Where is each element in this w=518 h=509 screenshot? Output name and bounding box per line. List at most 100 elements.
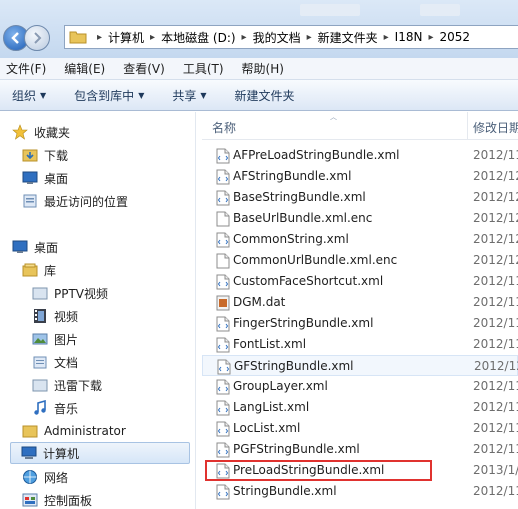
recent-places-icon <box>23 194 37 208</box>
file-row[interactable]: BaseStringBundle.xml 2012/12 <box>202 187 518 208</box>
nav-label: 计算机 <box>43 446 80 461</box>
file-row[interactable]: StringBundle.xml 2012/11 <box>202 481 518 502</box>
arrow-left-icon <box>11 32 19 44</box>
new-folder-button[interactable]: 新建文件夹 <box>229 87 301 104</box>
crumb-2052[interactable]: 2052 <box>440 30 471 44</box>
include-library-label: 包含到库中 <box>74 88 135 103</box>
crumb-separator[interactable]: ▸ <box>242 32 247 43</box>
crumb-separator[interactable]: ▸ <box>428 32 433 43</box>
file-name: GFStringBundle.xml <box>234 359 354 373</box>
nav-label: Administrator <box>44 424 126 438</box>
organize-button[interactable]: 组织 ▼ <box>6 87 52 104</box>
menu-help[interactable]: 帮助(H) <box>236 60 290 77</box>
menu-file[interactable]: 文件(F) <box>0 60 52 77</box>
crumb-separator[interactable]: ▸ <box>150 32 155 43</box>
file-date: 2012/11 <box>473 316 518 330</box>
column-divider[interactable] <box>467 112 468 140</box>
nav-pictures[interactable]: 图片 <box>32 328 78 350</box>
control-panel-icon <box>22 493 38 507</box>
file-row[interactable]: PGFStringBundle.xml 2012/11 <box>202 439 518 460</box>
nav-control-panel[interactable]: 控制面板 <box>22 489 92 509</box>
file-row[interactable]: GroupLayer.xml 2012/11 <box>202 376 518 397</box>
file-date: 2012/11 <box>473 421 518 435</box>
nav-libraries[interactable]: 库 <box>22 259 56 281</box>
file-date: 2012/11 <box>473 400 518 414</box>
nav-favorites[interactable]: 收藏夹 <box>12 121 70 143</box>
xml-file-icon <box>216 148 230 164</box>
crumb-drive-d[interactable]: 本地磁盘 (D:) <box>161 29 235 46</box>
crumb-i18n[interactable]: I18N <box>395 30 423 44</box>
file-date: 2012/12 <box>473 253 518 267</box>
file-date: 2012/12 <box>474 359 518 373</box>
nav-label: 迅雷下载 <box>54 378 103 393</box>
nav-desktop[interactable]: 桌面 <box>12 236 58 258</box>
nav-computer[interactable]: 计算机 <box>10 442 190 464</box>
nav-thunder-downloads[interactable]: 迅雷下载 <box>32 374 102 396</box>
file-name: LangList.xml <box>233 400 310 414</box>
nav-label: 图片 <box>54 332 79 347</box>
menu-edit[interactable]: 编辑(E) <box>58 60 111 77</box>
file-row[interactable]: CustomFaceShortcut.xml 2012/11 <box>202 271 518 292</box>
file-row[interactable]: CommonUrlBundle.xml.enc 2012/12 <box>202 250 518 271</box>
nav-label: 下载 <box>44 148 69 163</box>
organize-label: 组织 <box>12 88 37 103</box>
xml-file-icon <box>216 442 230 458</box>
nav-label: 网络 <box>44 470 69 485</box>
desktop-icon <box>12 240 28 253</box>
folder-icon <box>69 31 87 44</box>
nav-label: 最近访问的位置 <box>44 194 129 209</box>
file-name: BaseStringBundle.xml <box>233 190 366 204</box>
file-row[interactable]: LocList.xml 2012/11 <box>202 418 518 439</box>
crumb-separator[interactable]: ▸ <box>307 32 312 43</box>
menu-view[interactable]: 查看(V) <box>117 60 171 77</box>
file-row[interactable]: GFStringBundle.xml 2012/12 <box>202 355 518 376</box>
crumb-new-folder[interactable]: 新建文件夹 <box>318 29 378 46</box>
nav-label: 控制面板 <box>44 493 93 508</box>
include-in-library-button[interactable]: 包含到库中 ▼ <box>68 87 150 104</box>
file-row[interactable]: BaseUrlBundle.xml.enc 2012/12 <box>202 208 518 229</box>
nav-administrator[interactable]: Administrator <box>22 420 126 442</box>
xml-file-icon <box>216 421 230 437</box>
file-name: FingerStringBundle.xml <box>233 316 374 330</box>
nav-label: 库 <box>44 263 57 278</box>
crumb-separator[interactable]: ▸ <box>384 32 389 43</box>
file-date: 2012/11 <box>473 379 518 393</box>
file-row[interactable]: LangList.xml 2012/11 <box>202 397 518 418</box>
nav-recent-places[interactable]: 最近访问的位置 <box>22 190 128 212</box>
nav-music[interactable]: 音乐 <box>32 397 78 419</box>
nav-videos[interactable]: 视频 <box>32 305 78 327</box>
share-label: 共享 <box>172 88 197 103</box>
library-folder-icon <box>32 287 48 300</box>
crumb-my-documents[interactable]: 我的文档 <box>253 29 301 46</box>
file-date: 2013/1/ <box>473 463 518 477</box>
address-input[interactable]: ▸ 计算机 ▸ 本地磁盘 (D:) ▸ 我的文档 ▸ 新建文件夹 ▸ I18N … <box>64 25 518 49</box>
column-header-date-modified[interactable]: 修改日期 <box>473 119 518 136</box>
nav-label: PPTV视频 <box>54 286 109 301</box>
xml-file-icon <box>216 316 230 332</box>
file-row[interactable]: CommonString.xml 2012/12 <box>202 229 518 250</box>
nav-desktop-favorite[interactable]: 桌面 <box>22 167 68 189</box>
column-header-name[interactable]: 名称 <box>212 119 236 136</box>
share-button[interactable]: 共享 ▼ <box>166 87 212 104</box>
forward-button[interactable] <box>24 25 50 51</box>
nav-pptv-video[interactable]: PPTV视频 <box>32 282 108 304</box>
xml-file-icon <box>216 379 230 395</box>
nav-downloads[interactable]: 下载 <box>22 144 68 166</box>
file-date: 2012/12 <box>473 232 518 246</box>
xml-file-icon <box>216 484 230 500</box>
computer-icon <box>21 446 37 459</box>
nav-network[interactable]: 网络 <box>22 466 68 488</box>
crumb-separator[interactable]: ▸ <box>97 32 102 43</box>
nav-documents[interactable]: 文档 <box>32 351 78 373</box>
file-date: 2012/11 <box>473 148 518 162</box>
film-icon <box>34 309 46 323</box>
file-row[interactable]: AFStringBundle.xml 2012/12 <box>202 166 518 187</box>
menu-tools[interactable]: 工具(T) <box>177 60 230 77</box>
file-row[interactable]: FontList.xml 2012/11 <box>202 334 518 355</box>
file-row[interactable]: AFPreLoadStringBundle.xml 2012/11 <box>202 145 518 166</box>
nav-label: 桌面 <box>44 171 69 186</box>
xml-file-icon <box>216 190 230 206</box>
file-row[interactable]: DGM.dat 2012/11 <box>202 292 518 313</box>
crumb-computer[interactable]: 计算机 <box>108 29 144 46</box>
file-row[interactable]: FingerStringBundle.xml 2012/11 <box>202 313 518 334</box>
